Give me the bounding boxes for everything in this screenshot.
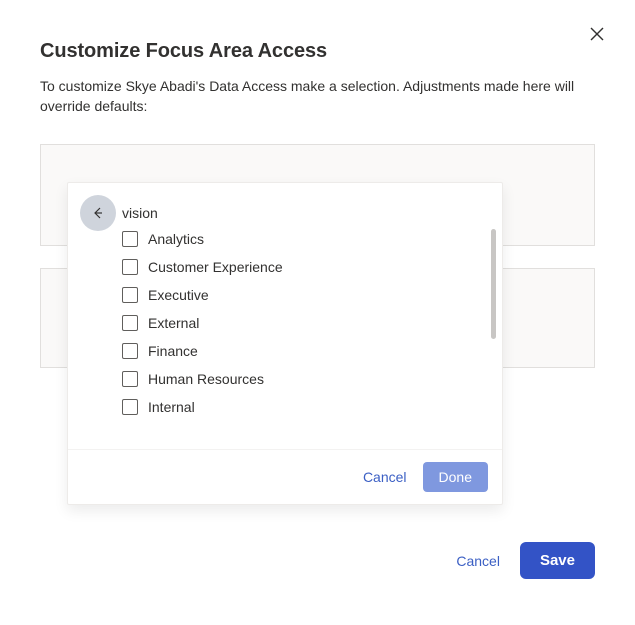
option-human-resources[interactable]: Human Resources <box>122 371 488 387</box>
option-analytics[interactable]: Analytics <box>122 231 488 247</box>
option-label: Internal <box>148 399 195 415</box>
option-finance[interactable]: Finance <box>122 343 488 359</box>
option-checkbox[interactable] <box>122 287 138 303</box>
dialog-customize-focus-area: Customize Focus Area Access To customize… <box>0 0 635 625</box>
popover-body: vision Analytics Customer Experience Exe… <box>68 183 502 449</box>
options-list: Analytics Customer Experience Executive … <box>82 231 488 415</box>
option-label: Customer Experience <box>148 259 283 275</box>
division-popover: vision Analytics Customer Experience Exe… <box>67 182 503 505</box>
option-checkbox[interactable] <box>122 315 138 331</box>
dialog-cancel-button[interactable]: Cancel <box>450 549 506 573</box>
option-label: Analytics <box>148 231 204 247</box>
option-external[interactable]: External <box>122 315 488 331</box>
dialog-title: Customize Focus Area Access <box>0 0 635 63</box>
option-checkbox[interactable] <box>122 259 138 275</box>
option-checkbox[interactable] <box>122 231 138 247</box>
option-internal[interactable]: Internal <box>122 399 488 415</box>
option-label: Executive <box>148 287 209 303</box>
dialog-save-button[interactable]: Save <box>520 542 595 579</box>
option-label: Human Resources <box>148 371 264 387</box>
option-label: Finance <box>148 343 198 359</box>
option-checkbox[interactable] <box>122 399 138 415</box>
option-customer-experience[interactable]: Customer Experience <box>122 259 488 275</box>
arrow-left-icon <box>91 206 105 220</box>
popover-done-button[interactable]: Done <box>423 462 488 492</box>
back-button[interactable] <box>80 195 116 231</box>
group-label: vision <box>82 199 488 221</box>
popover-footer: Cancel Done <box>68 449 502 504</box>
option-label: External <box>148 315 199 331</box>
option-executive[interactable]: Executive <box>122 287 488 303</box>
close-button[interactable] <box>587 24 607 44</box>
scrollbar-thumb[interactable] <box>491 229 496 339</box>
popover-cancel-button[interactable]: Cancel <box>357 465 413 489</box>
dialog-footer: Cancel Save <box>450 542 595 579</box>
option-checkbox[interactable] <box>122 371 138 387</box>
close-icon <box>590 27 604 41</box>
dialog-subtitle: To customize Skye Abadi's Data Access ma… <box>0 63 635 116</box>
option-checkbox[interactable] <box>122 343 138 359</box>
